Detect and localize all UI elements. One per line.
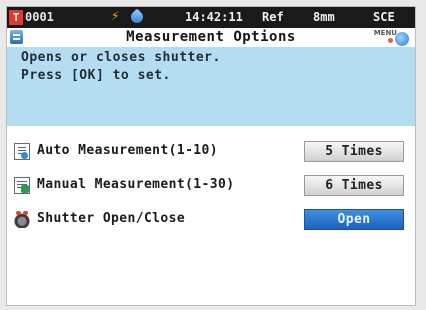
target-badge: T: [9, 10, 23, 25]
lightning-icon: ⚡: [111, 8, 120, 24]
option-row-auto-measurement[interactable]: Auto Measurement(1-10) 5 Times: [7, 140, 415, 164]
manual-measurement-value-button[interactable]: 6 Times: [304, 175, 404, 196]
option-label: Manual Measurement(1-30): [37, 177, 235, 192]
help-panel: Opens or closes shutter. Press [OK] to s…: [7, 47, 415, 126]
shutter-icon: [14, 211, 30, 228]
menu-back-button[interactable]: MENU: [373, 29, 409, 46]
auto-measurement-icon: [14, 143, 30, 160]
drop-icon: [128, 8, 146, 26]
menu-label: MENU: [373, 29, 397, 37]
return-arrow-icon: [395, 32, 409, 46]
target-number: 0001: [25, 10, 54, 24]
shutter-value-button[interactable]: Open: [304, 209, 404, 230]
option-row-manual-measurement[interactable]: Manual Measurement(1-30) 6 Times: [7, 174, 415, 198]
aperture-indicator: 8mm: [313, 10, 335, 24]
title-bar: Measurement Options MENU: [7, 28, 415, 47]
option-label: Auto Measurement(1-10): [37, 143, 218, 158]
clock-time: 14:42:11: [185, 10, 243, 24]
option-label: Shutter Open/Close: [37, 211, 186, 226]
menu-dot-icon: [388, 38, 393, 43]
auto-measurement-value-button[interactable]: 5 Times: [304, 141, 404, 162]
option-row-shutter[interactable]: Shutter Open/Close Open: [7, 208, 415, 232]
ref-indicator: Ref: [262, 10, 284, 24]
help-text-line-2: Press [OK] to set.: [21, 68, 171, 83]
status-bar: T 0001 ⚡ 14:42:11 Ref 8mm SCE: [7, 7, 415, 28]
help-text-line-1: Opens or closes shutter.: [21, 50, 221, 65]
mode-indicator: SCE: [373, 10, 395, 24]
device-screen: T 0001 ⚡ 14:42:11 Ref 8mm SCE Measuremen…: [6, 6, 416, 306]
page-title: Measurement Options: [126, 29, 296, 45]
manual-measurement-icon: [14, 177, 30, 194]
